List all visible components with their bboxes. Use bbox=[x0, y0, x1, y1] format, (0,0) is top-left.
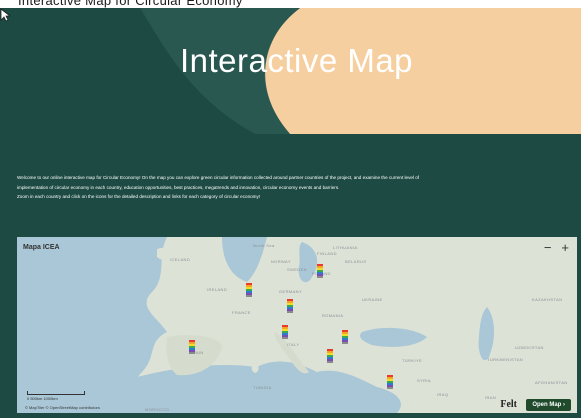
map-label-germany: GERMANY bbox=[279, 289, 303, 294]
hero-banner: Interactive Map bbox=[0, 8, 581, 134]
scale-bar bbox=[27, 391, 85, 395]
map-label-turkey: TÜRKIYE bbox=[402, 358, 423, 363]
map-label-north-sea: North Sea bbox=[253, 243, 275, 248]
zoom-controls: − + bbox=[544, 241, 569, 254]
map-marker-spain[interactable] bbox=[189, 340, 195, 354]
map-label-romania: ROMANIA bbox=[322, 313, 344, 318]
top-strip-text: Interactive Map for Circular Economy bbox=[18, 0, 243, 8]
intro-paragraph-2: implementation of circular economy in ea… bbox=[17, 184, 340, 190]
map-attribution[interactable]: © MapTiler © OpenStreetMap contributors bbox=[25, 405, 100, 410]
map-label-finland: FINLAND bbox=[317, 251, 337, 256]
map-label-lithuania: LITHUANIA bbox=[333, 245, 358, 250]
map-label-iceland: ICELAND bbox=[170, 257, 191, 262]
zoom-out-button[interactable]: − bbox=[544, 241, 552, 254]
interactive-map[interactable]: Mapa ICEA − + ICELAND North Sea NORWAY F… bbox=[17, 237, 577, 413]
map-scale: 0 500km 1000km bbox=[27, 391, 85, 401]
map-label-iran: IRAN bbox=[485, 395, 497, 400]
map-marker-cyprus[interactable] bbox=[387, 375, 393, 389]
scale-labels: 0 500km 1000km bbox=[27, 396, 58, 401]
map-label-iraq: IRAQ bbox=[437, 392, 449, 397]
map-label-uzbekistan: UZBEKISTAN bbox=[515, 345, 544, 350]
map-label-kazakhstan: KAZAKHSTAN bbox=[532, 297, 563, 302]
zoom-in-button[interactable]: + bbox=[561, 241, 569, 254]
map-base bbox=[17, 237, 577, 413]
map-marker-lithuania[interactable] bbox=[317, 264, 323, 278]
map-marker-ireland[interactable] bbox=[246, 283, 252, 297]
map-marker-romania[interactable] bbox=[342, 330, 348, 344]
map-label-afghanistan: AFGHANISTAN bbox=[535, 380, 568, 385]
map-label-ukraine: UKRAINE bbox=[362, 297, 383, 302]
open-map-button[interactable]: Open Map › bbox=[526, 399, 571, 411]
intro-text: Welcome to our online interactive map fo… bbox=[17, 173, 573, 202]
map-label-tunisia: TUNISIA bbox=[253, 385, 272, 390]
map-title: Mapa ICEA bbox=[23, 244, 60, 251]
top-strip: Interactive Map for Circular Economy bbox=[0, 0, 581, 8]
map-label-france: FRANCE bbox=[232, 310, 251, 315]
map-label-morocco: MOROCCO bbox=[145, 407, 170, 412]
map-marker-greece[interactable] bbox=[327, 349, 333, 363]
mouse-pointer-icon bbox=[0, 8, 10, 22]
map-label-syria: SYRIA bbox=[417, 378, 432, 383]
map-label-ireland: IRELAND bbox=[207, 287, 228, 292]
map-label-sweden: SWEDEN bbox=[287, 267, 307, 272]
map-label-italy: ITALY bbox=[287, 342, 300, 347]
intro-paragraph-1: Welcome to our online interactive map fo… bbox=[17, 175, 420, 180]
map-label-turkmenistan: TURKMENISTAN bbox=[487, 357, 524, 362]
map-label-norway: NORWAY bbox=[271, 259, 291, 264]
map-marker-germany[interactable] bbox=[287, 299, 293, 313]
map-label-belarus: BELARUS bbox=[345, 259, 367, 264]
page-title: Interactive Map bbox=[179, 42, 414, 79]
map-marker-italy[interactable] bbox=[282, 325, 288, 339]
intro-paragraph-3: Zoom in each country and click on the ic… bbox=[17, 194, 261, 199]
felt-logo[interactable]: Felt bbox=[500, 399, 517, 410]
